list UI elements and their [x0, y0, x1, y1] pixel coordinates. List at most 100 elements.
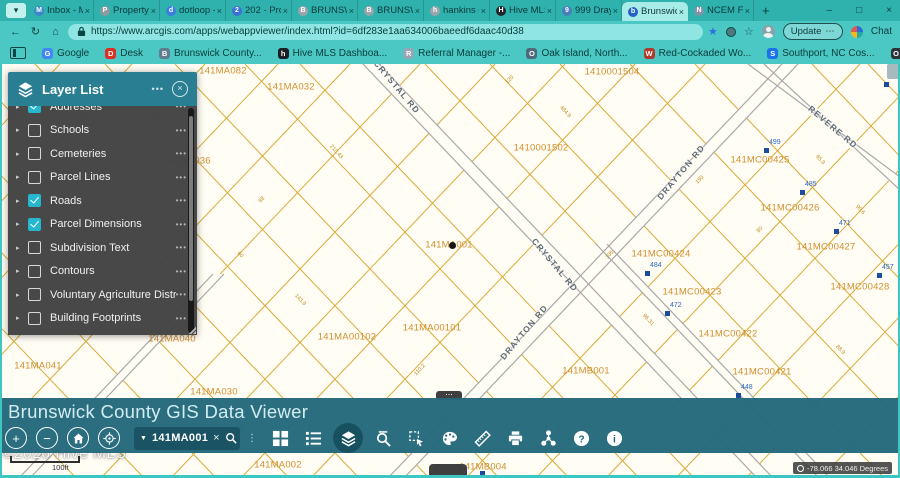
panel-resize-handle[interactable]: [188, 326, 196, 334]
search-dropdown-caret-icon[interactable]: ▼: [140, 435, 147, 442]
browser-tab[interactable]: 2 202 - Prop ×: [226, 0, 292, 21]
layer-item-menu-icon[interactable]: •••: [176, 243, 187, 252]
legend-button[interactable]: [300, 425, 326, 451]
tab-close-icon[interactable]: ×: [283, 6, 288, 16]
browser-tab[interactable]: P Property_E ×: [94, 0, 160, 21]
select-button[interactable]: [403, 425, 429, 451]
url-field[interactable]: https://www.arcgis.com/apps/webappviewer…: [68, 23, 703, 40]
zoom-in-button[interactable]: +: [5, 427, 27, 449]
bookmark-item[interactable]: D Desk: [105, 47, 143, 59]
layer-list-button[interactable]: [333, 423, 363, 453]
layer-item-menu-icon[interactable]: •••: [176, 220, 187, 229]
expand-caret-icon[interactable]: ▸: [16, 291, 26, 299]
window-control-button[interactable]: □: [856, 5, 862, 16]
layer-item-menu-icon[interactable]: •••: [176, 267, 187, 276]
browser-tab[interactable]: N NCEM FRIS ×: [688, 0, 754, 21]
bookmark-item[interactable]: S Southport, NC Cos...: [767, 47, 875, 59]
expand-caret-icon[interactable]: ▸: [16, 173, 26, 181]
browser-tab[interactable]: b Brunswick ×: [622, 2, 688, 21]
tab-close-icon[interactable]: ×: [349, 6, 354, 16]
layer-checkbox[interactable]: [28, 241, 41, 255]
refresh-icon[interactable]: ↻: [28, 25, 43, 38]
layer-item[interactable]: ▸ Cemeteries •••: [8, 142, 197, 166]
layer-item-menu-icon[interactable]: •••: [176, 106, 187, 111]
about-button[interactable]: i: [601, 425, 627, 451]
collections-icon[interactable]: ☆: [744, 25, 754, 38]
tab-close-icon[interactable]: ×: [217, 6, 222, 16]
layer-list-header[interactable]: Layer List ••• ×: [8, 72, 197, 106]
zoom-out-button[interactable]: −: [36, 427, 58, 449]
layer-item-menu-icon[interactable]: •••: [176, 314, 187, 323]
browser-tab[interactable]: M Inbox - M ×: [28, 0, 94, 21]
expand-caret-icon[interactable]: ▸: [16, 197, 26, 205]
scrollbar-thumb[interactable]: [189, 116, 193, 301]
sidebar-toggle-icon[interactable]: [10, 47, 26, 59]
tab-close-icon[interactable]: ×: [415, 6, 420, 16]
chat-pinwheel-icon[interactable]: [850, 25, 863, 38]
query-button[interactable]: [370, 425, 396, 451]
tab-close-icon[interactable]: ×: [745, 6, 750, 16]
browser-tab[interactable]: H Hive MLS S ×: [490, 0, 556, 21]
layer-item-menu-icon[interactable]: •••: [176, 173, 187, 182]
browser-tab[interactable]: B BRUNSWIC ×: [358, 0, 424, 21]
layer-item[interactable]: ▸ Contours •••: [8, 260, 197, 284]
tab-close-icon[interactable]: ×: [481, 6, 486, 16]
layer-checkbox[interactable]: [28, 123, 41, 137]
basemap-gallery-button[interactable]: [267, 425, 293, 451]
expand-caret-icon[interactable]: ▸: [16, 314, 26, 322]
layer-item-menu-icon[interactable]: •••: [176, 196, 187, 205]
expand-caret-icon[interactable]: ▸: [16, 244, 26, 252]
bookmark-item[interactable]: R Referral Manager -...: [403, 47, 510, 59]
share-button[interactable]: [535, 425, 561, 451]
tab-close-icon[interactable]: ×: [679, 7, 684, 17]
tab-close-icon[interactable]: ×: [613, 6, 618, 16]
bookmark-item[interactable]: W Red-Cockaded Wo...: [643, 47, 751, 59]
layer-item[interactable]: ▸ Parcel Dimensions •••: [8, 213, 197, 237]
home-icon[interactable]: ⌂: [48, 26, 63, 38]
layer-item[interactable]: ▸ Voluntary Agriculture District •••: [8, 283, 197, 307]
expand-caret-icon[interactable]: ▸: [16, 126, 26, 134]
update-menu-icon[interactable]: ⋯: [825, 26, 835, 37]
tab-search-button[interactable]: ▾: [6, 3, 26, 18]
toolbar-overflow-icon[interactable]: ⋮: [247, 433, 257, 444]
layer-item[interactable]: ▸ Building Footprints •••: [8, 307, 197, 331]
search-clear-icon[interactable]: ×: [213, 432, 219, 444]
bookmark-item[interactable]: h Hive MLS Dashboa...: [277, 47, 387, 59]
layer-list-scrollbar[interactable]: [188, 108, 194, 333]
layer-item[interactable]: ▸ Subdivision Text •••: [8, 236, 197, 260]
window-control-button[interactable]: ×: [886, 5, 892, 16]
layer-checkbox[interactable]: [28, 288, 41, 302]
browser-tab[interactable]: B BRUNSWIC ×: [292, 0, 358, 21]
tab-close-icon[interactable]: ×: [547, 6, 552, 16]
layer-item-menu-icon[interactable]: •••: [176, 290, 187, 299]
search-input[interactable]: 141MA001: [152, 432, 208, 444]
browser-tab[interactable]: 9 999 Drayt ×: [556, 0, 622, 21]
bookmark-item[interactable]: G Google: [42, 47, 89, 59]
profile-avatar[interactable]: [761, 25, 775, 38]
expand-caret-icon[interactable]: ▸: [16, 267, 26, 275]
new-tab-button[interactable]: +: [762, 3, 770, 18]
attribution-tab[interactable]: [429, 464, 467, 475]
help-button[interactable]: ?: [568, 425, 594, 451]
home-button[interactable]: [67, 427, 89, 449]
draw-button[interactable]: [436, 425, 462, 451]
expand-caret-icon[interactable]: ▸: [16, 106, 26, 111]
search-icon[interactable]: [225, 432, 237, 444]
browser-tab[interactable]: h hankins d ×: [424, 0, 490, 21]
bookmark-item[interactable]: B Brunswick County...: [159, 47, 262, 59]
bookmark-item[interactable]: O Oak Island, North...: [526, 47, 628, 59]
layer-list-close-icon[interactable]: ×: [172, 81, 188, 97]
layer-item[interactable]: ▸ Parcel Lines •••: [8, 166, 197, 190]
layer-list-menu-icon[interactable]: •••: [152, 84, 164, 94]
update-button[interactable]: Update ⋯: [782, 23, 843, 40]
layer-item[interactable]: ▸ Schools •••: [8, 119, 197, 143]
window-control-button[interactable]: –: [827, 5, 833, 16]
search-widget[interactable]: ▼ 141MA001 ×: [134, 426, 240, 450]
extension-icon[interactable]: [725, 26, 736, 37]
bookmark-star-icon[interactable]: ★: [708, 25, 718, 38]
chat-button[interactable]: Chat: [871, 26, 892, 37]
tab-close-icon[interactable]: ×: [85, 6, 90, 16]
layer-checkbox[interactable]: [28, 194, 41, 208]
print-button[interactable]: [502, 425, 528, 451]
layer-item[interactable]: ▸ Addresses •••: [8, 106, 197, 119]
